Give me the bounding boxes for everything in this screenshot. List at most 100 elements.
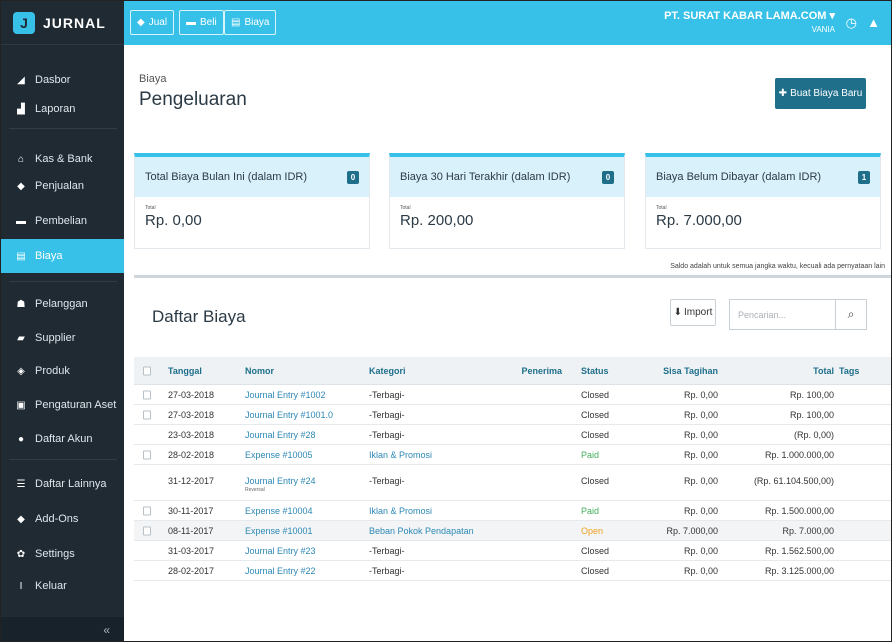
cell-kategori-link[interactable]: Iklan & Promosi [369, 450, 432, 460]
sidebar-item-add-ons[interactable]: ◆ Add-Ons [1, 502, 124, 536]
collapse-sidebar-button[interactable]: « [1, 617, 124, 641]
dashboard-icon: ◢ [17, 74, 25, 86]
header-kategori[interactable]: Kategori [369, 366, 406, 376]
summary-card-unpaid: Biaya Belum Dibayar (dalam IDR) 1 Total … [645, 153, 881, 249]
bell-icon[interactable]: ▲ [867, 15, 880, 30]
table-row[interactable]: 08-11-2017 Expense #10001 Beban Pokok Pe… [134, 521, 891, 541]
company-switcher[interactable]: PT. SURAT KABAR LAMA.COM ▾ VANIA [664, 9, 835, 34]
card-value: Rp. 0,00 [145, 212, 202, 229]
sidebar-item-keluar[interactable]: I Keluar [1, 569, 124, 603]
cell-status: Closed [581, 476, 610, 486]
sidebar-item-label: Pengaturan Aset [35, 399, 117, 411]
row-checkbox[interactable] [143, 410, 151, 419]
header-nomor[interactable]: Nomor [245, 366, 274, 376]
cell-tanggal: 28-02-2018 [168, 449, 215, 460]
section-divider [134, 275, 891, 278]
card-caption: Total [656, 205, 667, 211]
header-tanggal[interactable]: Tanggal [168, 366, 202, 376]
truck-icon: ▰ [17, 332, 25, 344]
quick-jual-button[interactable]: ◆ Jual [130, 10, 175, 35]
sidebar-item-label: Laporan [35, 103, 76, 115]
table-row[interactable]: 28-02-2017 Journal Entry #22 -Terbagi- C… [134, 561, 891, 581]
cell-nomor-link[interactable]: Journal Entry #23 [245, 546, 316, 556]
cell-tanggal: 31-12-2017 [168, 476, 215, 486]
company-name: PT. SURAT KABAR LAMA.COM ▾ [664, 10, 835, 22]
cell-kategori-link[interactable]: Iklan & Promosi [369, 506, 432, 516]
cell-kategori-link[interactable]: Beban Pokok Pendapatan [369, 526, 474, 536]
users-icon: ☗ [16, 298, 26, 310]
table-row[interactable]: 23-03-2018 Journal Entry #28 -Terbagi- C… [134, 425, 891, 445]
summary-card-this-month: Total Biaya Bulan Ini (dalam IDR) 0 Tota… [134, 153, 370, 249]
sidebar-item-penjualan[interactable]: ◆ Penjualan [1, 169, 124, 203]
sidebar-item-pembelian[interactable]: ▬ Pembelian [1, 204, 124, 238]
card-caption: Total [145, 205, 156, 211]
cell-nomor-link[interactable]: Journal Entry #22 [245, 566, 316, 576]
logo-text: JURNAL [43, 14, 106, 31]
reversal-label: Reversal [245, 487, 265, 493]
report-icon: ▟ [17, 103, 25, 115]
receipt-icon: ▤ [231, 17, 241, 28]
balance-note: Saldo adalah untuk semua jangka waktu, k… [670, 263, 885, 270]
cell-nomor-link[interactable]: Journal Entry #1002 [245, 390, 326, 400]
account-icon: ● [17, 433, 25, 445]
cell-nomor-link[interactable]: Expense #10001 [245, 526, 313, 536]
clock-icon[interactable]: ◷ [846, 15, 857, 31]
header-penerima[interactable]: Penerima [504, 366, 562, 376]
summary-card-last-30-days: Biaya 30 Hari Terakhir (dalam IDR) 0 Tot… [389, 153, 625, 249]
row-checkbox[interactable] [143, 506, 151, 515]
cell-tanggal: 28-02-2017 [168, 565, 215, 576]
breadcrumb[interactable]: Biaya [139, 73, 167, 85]
sidebar-item-label: Penjualan [35, 180, 84, 192]
table-row[interactable]: 31-12-2017 Journal Entry #24 Reversal -T… [134, 465, 891, 501]
cell-kategori: -Terbagi- [369, 409, 405, 420]
table-row[interactable]: 28-02-2018 Expense #10005 Iklan & Promos… [134, 445, 891, 465]
header-total[interactable]: Total [731, 366, 834, 376]
import-button[interactable]: ⬇ Import [670, 299, 716, 326]
bank-icon: ⌂ [17, 153, 25, 165]
sidebar-divider [9, 281, 117, 282]
cell-nomor-link[interactable]: Expense #10004 [245, 506, 313, 516]
cell-sisa-tagihan: Rp. 0,00 [683, 429, 718, 440]
search-button[interactable]: ⌕ [835, 299, 867, 330]
table-row[interactable]: 27-03-2018 Journal Entry #1002 -Terbagi-… [134, 385, 891, 405]
card-icon: ▬ [16, 215, 26, 227]
search-icon: ⌕ [847, 307, 855, 321]
cell-nomor-link[interactable]: Expense #10005 [245, 450, 313, 460]
sidebar-item-daftar-akun[interactable]: ● Daftar Akun [1, 422, 124, 456]
cell-nomor-link[interactable]: Journal Entry #24 [245, 476, 316, 486]
sidebar-item-produk[interactable]: ◈ Produk [1, 354, 124, 388]
quick-biaya-button[interactable]: ▤ Biaya [224, 10, 277, 35]
table-row[interactable]: 30-11-2017 Expense #10004 Iklan & Promos… [134, 501, 891, 521]
sidebar-item-biaya[interactable]: ▤ Biaya [1, 239, 124, 273]
expense-table: Tanggal Nomor Kategori Penerima Status S… [134, 357, 891, 581]
sidebar-item-label: Biaya [35, 250, 63, 262]
sidebar-item-pelanggan[interactable]: ☗ Pelanggan [1, 287, 124, 321]
table-row[interactable]: 27-03-2018 Journal Entry #1001.0 -Terbag… [134, 405, 891, 425]
sidebar-item-label: Daftar Akun [35, 433, 93, 445]
quick-beli-button[interactable]: ▬ Beli [179, 10, 224, 35]
row-checkbox[interactable] [143, 450, 151, 459]
sidebar-item-supplier[interactable]: ▰ Supplier [1, 321, 124, 355]
cell-nomor-link[interactable]: Journal Entry #28 [245, 430, 316, 440]
row-checkbox[interactable] [143, 526, 151, 535]
sidebar-item-laporan[interactable]: ▟ Laporan [1, 92, 124, 126]
search-input[interactable] [729, 299, 835, 330]
header-status[interactable]: Status [581, 366, 609, 376]
select-all-checkbox[interactable] [143, 366, 151, 375]
sidebar-item-label: Supplier [35, 332, 76, 344]
card-header: Total Biaya Bulan Ini (dalam IDR) 0 [135, 157, 369, 197]
header-sisa-tagihan[interactable]: Sisa Tagihan [615, 366, 718, 376]
row-checkbox[interactable] [143, 390, 151, 399]
sidebar-item-pengaturan-aset[interactable]: ▣ Pengaturan Aset [1, 388, 124, 422]
cell-nomor-link[interactable]: Journal Entry #1001.0 [245, 410, 333, 420]
quick-biaya-label: Biaya [244, 17, 270, 28]
cell-status: Closed [581, 545, 610, 556]
logo[interactable]: J JURNAL [1, 1, 124, 45]
new-expense-button[interactable]: ✚ Buat Biaya Baru [775, 78, 866, 109]
cell-sisa-tagihan: Rp. 0,00 [683, 389, 718, 400]
sidebar-item-daftar-lainnya[interactable]: ☰ Daftar Lainnya [1, 467, 124, 501]
table-row[interactable]: 31-03-2017 Journal Entry #23 -Terbagi- C… [134, 541, 891, 561]
cell-kategori: -Terbagi- [369, 389, 405, 400]
cell-tanggal: 08-11-2017 [168, 525, 214, 536]
sidebar-item-settings[interactable]: ✿ Settings [1, 537, 124, 571]
